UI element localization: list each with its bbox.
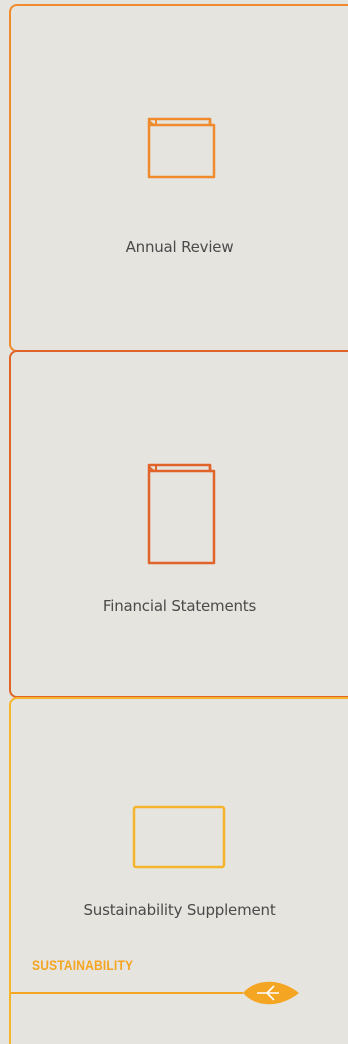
annual-review-card[interactable]: Annual Review — [9, 4, 348, 352]
book-icon — [144, 117, 216, 187]
financial-statements-card[interactable]: Financial Statements — [9, 350, 348, 698]
leaf-icon — [11, 981, 299, 1005]
sustainability-supplement-card[interactable]: Sustainability Supplement SUSTAINABILITY — [9, 697, 348, 1044]
annual-review-label: Annual Review — [125, 238, 234, 256]
document-icon — [132, 805, 228, 875]
sustainability-badge: SUSTAINABILITY — [11, 955, 348, 1015]
financial-statements-label: Financial Statements — [102, 597, 257, 615]
report-selector-panel: Annual Review Financial Statements Susta… — [0, 0, 348, 1044]
book-icon — [144, 463, 216, 573]
sustainability-supplement-label: Sustainability Supplement — [83, 901, 276, 919]
